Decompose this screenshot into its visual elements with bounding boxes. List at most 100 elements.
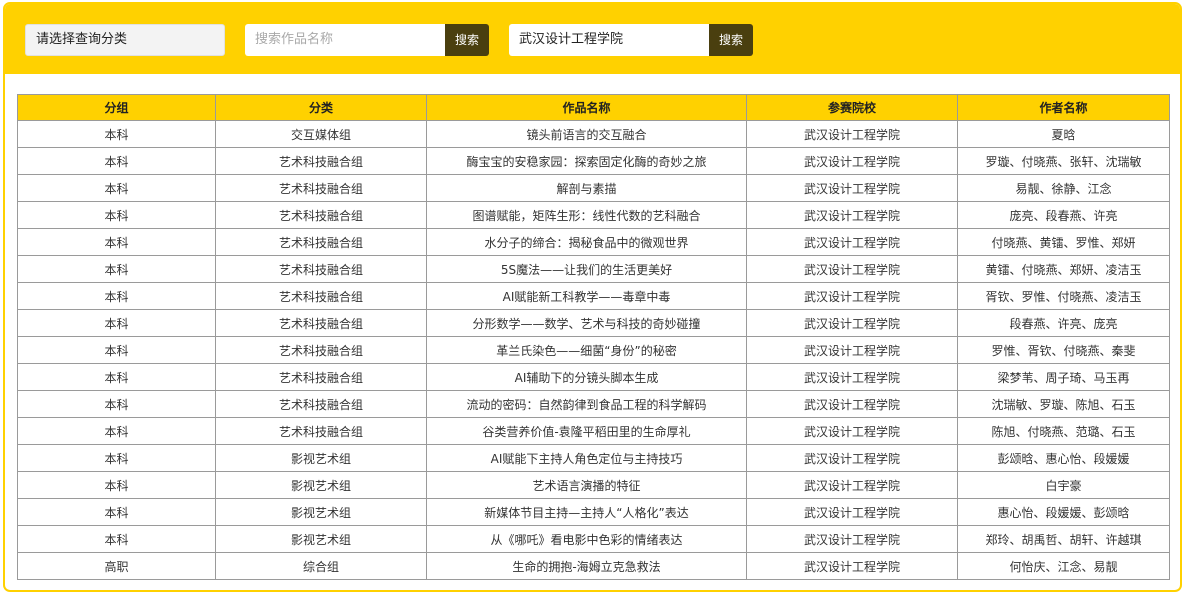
- cell-category: 影视艺术组: [215, 498, 427, 526]
- cell-category: 艺术科技融合组: [215, 255, 427, 283]
- cell-work-name: 从《哪吒》看电影中色彩的情绪表达: [426, 525, 747, 553]
- table-row: 本科 艺术科技融合组 分形数学——数学、艺术与科技的奇妙碰撞 武汉设计工程学院 段春燕、…: [17, 309, 1170, 337]
- cell-school: 武汉设计工程学院: [746, 255, 958, 283]
- school-search-group: 武汉设计工程学院 搜索: [509, 24, 753, 56]
- cell-group: 本科: [17, 444, 216, 472]
- cell-work-name: AI赋能新工科教学——毒章中毒: [426, 282, 747, 310]
- header-work-name: 作品名称: [426, 94, 747, 121]
- cell-work-name: 分形数学——数学、艺术与科技的奇妙碰撞: [426, 309, 747, 337]
- cell-work-name: AI辅助下的分镜头脚本生成: [426, 363, 747, 391]
- cell-category: 艺术科技融合组: [215, 390, 427, 418]
- cell-school: 武汉设计工程学院: [746, 282, 958, 310]
- cell-group: 本科: [17, 471, 216, 499]
- table-row: 本科 艺术科技融合组 酶宝宝的安稳家园：探索固定化酶的奇妙之旅 武汉设计工程学院 罗璇、…: [17, 147, 1170, 175]
- cell-category: 综合组: [215, 552, 427, 580]
- school-search-input[interactable]: 武汉设计工程学院: [509, 24, 709, 56]
- cell-group: 本科: [17, 390, 216, 418]
- cell-authors: 梁梦苇、周子琦、马玉再: [957, 363, 1170, 391]
- cell-work-name: 艺术语言演播的特征: [426, 471, 747, 499]
- cell-group: 本科: [17, 336, 216, 364]
- cell-group: 本科: [17, 255, 216, 283]
- header-school: 参赛院校: [746, 94, 958, 121]
- cell-group: 本科: [17, 309, 216, 337]
- table-row: 本科 艺术科技融合组 水分子的缔合：揭秘食品中的微观世界 武汉设计工程学院 付晓燕、黄镭…: [17, 228, 1170, 256]
- cell-authors: 庞亮、段春燕、许亮: [957, 201, 1170, 229]
- work-search-group: 搜索作品名称 搜索: [245, 24, 489, 56]
- category-select[interactable]: 请选择查询分类: [25, 24, 225, 56]
- works-table: 分组 分类 作品名称 参赛院校 作者名称 本科 交互媒体组 镜头前语言的交互融合 武汉…: [17, 94, 1170, 580]
- cell-category: 艺术科技融合组: [215, 417, 427, 445]
- cell-work-name: 酶宝宝的安稳家园：探索固定化酶的奇妙之旅: [426, 147, 747, 175]
- cell-group: 本科: [17, 120, 216, 148]
- cell-category: 影视艺术组: [215, 525, 427, 553]
- cell-school: 武汉设计工程学院: [746, 228, 958, 256]
- table-row: 本科 艺术科技融合组 AI辅助下的分镜头脚本生成 武汉设计工程学院 梁梦苇、周子琦、马玉…: [17, 363, 1170, 391]
- table-row: 本科 艺术科技融合组 5S魔法——让我们的生活更美好 武汉设计工程学院 黄镭、付晓燕、郑…: [17, 255, 1170, 283]
- cell-category: 影视艺术组: [215, 471, 427, 499]
- cell-group: 本科: [17, 282, 216, 310]
- cell-school: 武汉设计工程学院: [746, 444, 958, 472]
- table-row: 本科 影视艺术组 艺术语言演播的特征 武汉设计工程学院 白宇豪: [17, 471, 1170, 499]
- cell-authors: 何怡庆、江念、易靓: [957, 552, 1170, 580]
- cell-work-name: 水分子的缔合：揭秘食品中的微观世界: [426, 228, 747, 256]
- table-row: 本科 影视艺术组 新媒体节目主持—主持人“人格化”表达 武汉设计工程学院 惠心怡、段媛媛…: [17, 498, 1170, 526]
- cell-school: 武汉设计工程学院: [746, 336, 958, 364]
- cell-work-name: 生命的拥抱-海姆立克急救法: [426, 552, 747, 580]
- cell-category: 艺术科技融合组: [215, 336, 427, 364]
- cell-authors: 惠心怡、段媛媛、彭颂晗: [957, 498, 1170, 526]
- cell-category: 艺术科技融合组: [215, 228, 427, 256]
- cell-category: 交互媒体组: [215, 120, 427, 148]
- cell-school: 武汉设计工程学院: [746, 471, 958, 499]
- cell-school: 武汉设计工程学院: [746, 309, 958, 337]
- table-row: 本科 影视艺术组 从《哪吒》看电影中色彩的情绪表达 武汉设计工程学院 郑玲、胡禹哲、胡轩…: [17, 525, 1170, 553]
- cell-category: 艺术科技融合组: [215, 309, 427, 337]
- cell-category: 影视艺术组: [215, 444, 427, 472]
- cell-authors: 彭颂晗、惠心怡、段媛媛: [957, 444, 1170, 472]
- table-row: 本科 交互媒体组 镜头前语言的交互融合 武汉设计工程学院 夏晗: [17, 120, 1170, 148]
- school-search-button[interactable]: 搜索: [709, 24, 753, 56]
- header-group: 分组: [17, 94, 216, 121]
- cell-school: 武汉设计工程学院: [746, 120, 958, 148]
- table-row: 高职 综合组 生命的拥抱-海姆立克急救法 武汉设计工程学院 何怡庆、江念、易靓: [17, 552, 1170, 580]
- cell-school: 武汉设计工程学院: [746, 363, 958, 391]
- cell-group: 本科: [17, 498, 216, 526]
- cell-work-name: 镜头前语言的交互融合: [426, 120, 747, 148]
- table-row: 本科 影视艺术组 AI赋能下主持人角色定位与主持技巧 武汉设计工程学院 彭颂晗、惠心怡、…: [17, 444, 1170, 472]
- cell-work-name: 新媒体节目主持—主持人“人格化”表达: [426, 498, 747, 526]
- cell-group: 本科: [17, 417, 216, 445]
- cell-work-name: 5S魔法——让我们的生活更美好: [426, 255, 747, 283]
- cell-authors: 胥钦、罗惟、付晓燕、凌洁玉: [957, 282, 1170, 310]
- cell-authors: 郑玲、胡禹哲、胡轩、许越琪: [957, 525, 1170, 553]
- header-category: 分类: [215, 94, 427, 121]
- cell-work-name: 解剖与素描: [426, 174, 747, 202]
- cell-work-name: 流动的密码：自然韵律到食品工程的科学解码: [426, 390, 747, 418]
- cell-group: 本科: [17, 201, 216, 229]
- cell-category: 艺术科技融合组: [215, 174, 427, 202]
- table-row: 本科 艺术科技融合组 图谱赋能，矩阵生形：线性代数的艺科融合 武汉设计工程学院 庞亮、段…: [17, 201, 1170, 229]
- cell-school: 武汉设计工程学院: [746, 147, 958, 175]
- table-row: 本科 艺术科技融合组 AI赋能新工科教学——毒章中毒 武汉设计工程学院 胥钦、罗惟、付晓…: [17, 282, 1170, 310]
- cell-school: 武汉设计工程学院: [746, 498, 958, 526]
- cell-group: 高职: [17, 552, 216, 580]
- cell-work-name: AI赋能下主持人角色定位与主持技巧: [426, 444, 747, 472]
- table-row: 本科 艺术科技融合组 流动的密码：自然韵律到食品工程的科学解码 武汉设计工程学院 沈瑞敏…: [17, 390, 1170, 418]
- header-row: 分组 分类 作品名称 参赛院校 作者名称: [17, 94, 1170, 121]
- cell-category: 艺术科技融合组: [215, 282, 427, 310]
- work-search-input[interactable]: 搜索作品名称: [245, 24, 445, 56]
- cell-authors: 陈旭、付晓燕、范璐、石玉: [957, 417, 1170, 445]
- cell-authors: 黄镭、付晓燕、郑妍、凌洁玉: [957, 255, 1170, 283]
- cell-work-name: 革兰氏染色——细菌“身份”的秘密: [426, 336, 747, 364]
- table-row: 本科 艺术科技融合组 解剖与素描 武汉设计工程学院 易靓、徐静、江念: [17, 174, 1170, 202]
- cell-group: 本科: [17, 174, 216, 202]
- cell-authors: 罗璇、付晓燕、张轩、沈瑞敏: [957, 147, 1170, 175]
- cell-work-name: 图谱赋能，矩阵生形：线性代数的艺科融合: [426, 201, 747, 229]
- table-row: 本科 艺术科技融合组 革兰氏染色——细菌“身份”的秘密 武汉设计工程学院 罗惟、胥钦、付…: [17, 336, 1170, 364]
- cell-authors: 白宇豪: [957, 471, 1170, 499]
- cell-group: 本科: [17, 525, 216, 553]
- cell-group: 本科: [17, 228, 216, 256]
- cell-school: 武汉设计工程学院: [746, 417, 958, 445]
- work-search-button[interactable]: 搜索: [445, 24, 489, 56]
- cell-school: 武汉设计工程学院: [746, 525, 958, 553]
- cell-category: 艺术科技融合组: [215, 201, 427, 229]
- cell-group: 本科: [17, 147, 216, 175]
